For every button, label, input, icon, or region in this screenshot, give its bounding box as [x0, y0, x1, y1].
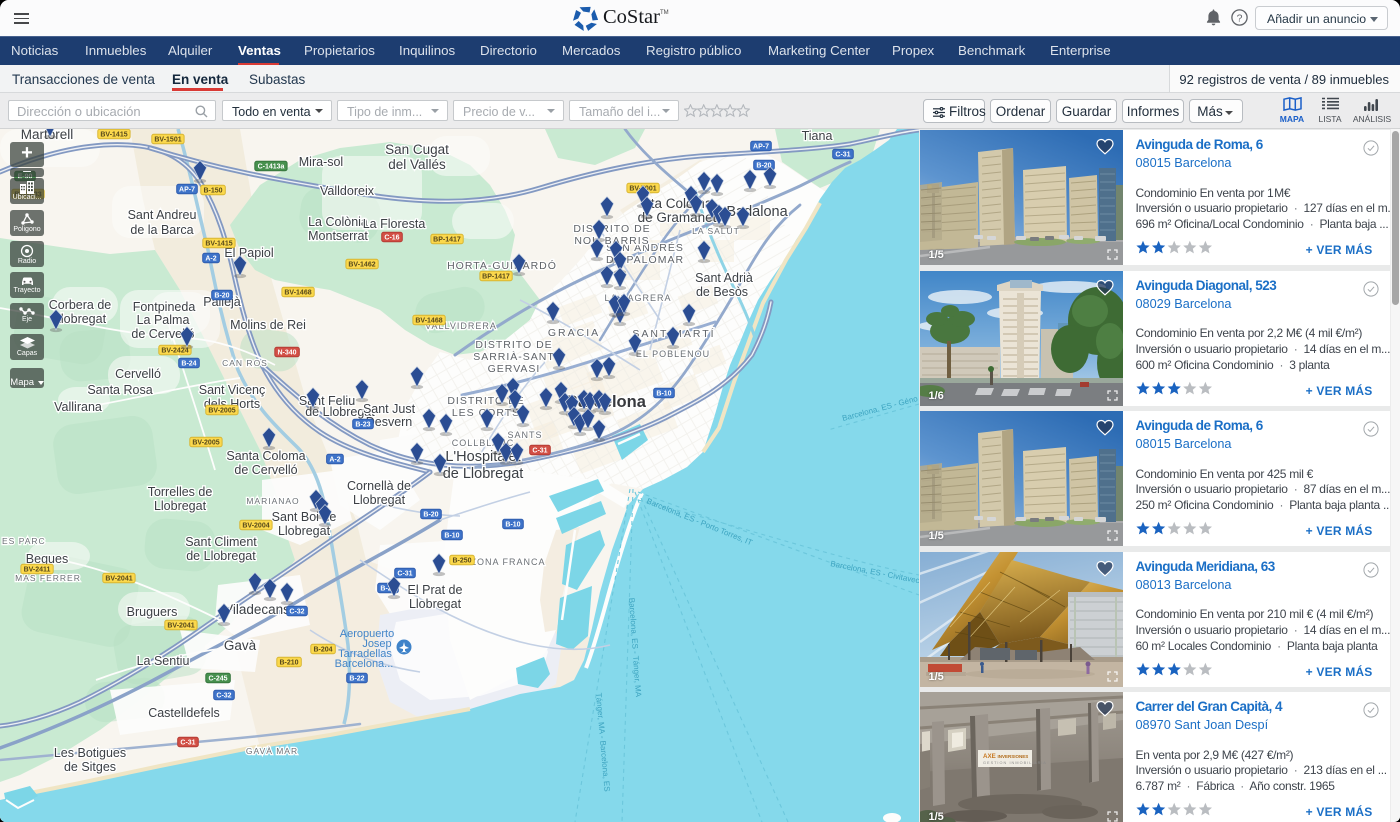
svg-text:C-1413a: C-1413a [258, 164, 285, 171]
svg-text:Sant Just: Sant Just [363, 402, 416, 416]
svg-text:Molins de Rei: Molins de Rei [230, 318, 306, 332]
svg-text:GAVÀ MAR: GAVÀ MAR [246, 746, 298, 756]
svg-text:La Palma: La Palma [137, 313, 190, 327]
svg-text:Mira-sol: Mira-sol [299, 155, 343, 169]
svg-text:B-10: B-10 [505, 522, 520, 529]
svg-text:del Vallés: del Vallés [388, 157, 446, 172]
svg-text:EL POBLENOU: EL POBLENOU [636, 349, 710, 359]
svg-text:B-22: B-22 [349, 676, 364, 683]
svg-text:de Cervelló: de Cervelló [234, 463, 297, 477]
svg-text:C-16: C-16 [384, 235, 399, 242]
svg-text:BV-2041: BV-2041 [167, 623, 194, 630]
svg-text:BV-1501: BV-1501 [154, 137, 181, 144]
svg-text:San Cugat: San Cugat [385, 142, 449, 157]
svg-text:A-2: A-2 [329, 457, 340, 464]
svg-text:B-210: B-210 [279, 660, 298, 667]
svg-text:B-150: B-150 [203, 188, 222, 195]
svg-text:de Sitges: de Sitges [64, 760, 116, 774]
svg-text:MAS FERRER: MAS FERRER [15, 573, 81, 583]
svg-text:Cervelló: Cervelló [115, 367, 161, 381]
svg-text:Sant Climent: Sant Climent [185, 535, 257, 549]
svg-text:AP-7: AP-7 [179, 187, 195, 194]
svg-text:B-250: B-250 [452, 558, 471, 565]
svg-text:de Besòs: de Besòs [696, 285, 748, 299]
svg-text:AXE INVERSIONES: AXE INVERSIONES [983, 753, 1028, 760]
svg-text:B-23: B-23 [355, 422, 370, 429]
svg-text:GRACIA: GRACIA [548, 327, 600, 339]
svg-text:B-10: B-10 [444, 533, 459, 540]
svg-text:CAN ROS: CAN ROS [222, 358, 268, 368]
svg-text:Bruguers: Bruguers [127, 605, 178, 619]
svg-text:BV-1415: BV-1415 [205, 241, 232, 248]
svg-text:Fontpineda: Fontpineda [133, 300, 196, 314]
svg-text:C-31: C-31 [835, 152, 850, 159]
svg-text:La Floresta: La Floresta [363, 217, 426, 231]
svg-text:Les Botigues: Les Botigues [54, 746, 126, 760]
svg-text:Llobregat: Llobregat [409, 597, 462, 611]
svg-text:de la Barca: de la Barca [130, 223, 193, 237]
svg-text:de Llobregat: de Llobregat [186, 549, 256, 563]
svg-text:ES PARC: ES PARC [2, 536, 46, 546]
svg-text:BP-1417: BP-1417 [482, 274, 510, 281]
svg-text:Llobregat: Llobregat [154, 499, 207, 513]
svg-text:Torrelles de: Torrelles de [148, 485, 213, 499]
svg-text:BV-2004: BV-2004 [242, 523, 269, 530]
svg-text:BV-2411: BV-2411 [24, 567, 51, 574]
svg-text:B-20: B-20 [214, 293, 229, 300]
svg-text:de Llobregat: de Llobregat [443, 466, 524, 482]
svg-text:C-31: C-31 [397, 571, 412, 578]
svg-text:Vallirana: Vallirana [54, 400, 102, 414]
svg-text:La Sentiu: La Sentiu [137, 654, 190, 668]
svg-text:Sant Andreu: Sant Andreu [128, 208, 197, 222]
svg-text:C-32: C-32 [289, 609, 304, 616]
svg-text:BP-1417: BP-1417 [433, 237, 461, 244]
svg-text:Santa Rosa: Santa Rosa [87, 383, 152, 397]
svg-text:Santa Coloma: Santa Coloma [226, 449, 305, 463]
svg-text:BV-2005: BV-2005 [192, 440, 219, 447]
svg-text:El Prat de: El Prat de [408, 583, 463, 597]
svg-text:BV-1468: BV-1468 [415, 318, 442, 325]
svg-text:B-204: B-204 [313, 647, 332, 654]
svg-text:Barcelona...: Barcelona... [335, 658, 394, 670]
svg-text:Montserrat: Montserrat [308, 229, 368, 243]
svg-text:HORTA-GUINARDÓ: HORTA-GUINARDÓ [447, 259, 557, 272]
svg-text:Llobregat: Llobregat [54, 312, 107, 326]
svg-text:Cornellà de: Cornellà de [347, 479, 411, 493]
svg-text:Viladecans: Viladecans [224, 602, 290, 617]
svg-text:Sant Vicenç: Sant Vicenç [199, 383, 265, 397]
svg-text:Badalona: Badalona [726, 204, 788, 220]
svg-text:BV-1415: BV-1415 [100, 132, 127, 139]
svg-text:ZONA FRANCA: ZONA FRANCA [470, 557, 545, 567]
svg-text:BV-2005: BV-2005 [208, 408, 235, 415]
svg-text:DISTRITO DE: DISTRITO DE [475, 339, 552, 351]
svg-text:B-20: B-20 [423, 512, 438, 519]
svg-text:Llobregat: Llobregat [353, 493, 406, 507]
svg-text:G E S T I O N I N M O B I L: G E S T I O N I N M O B I L I A R I A [983, 761, 1046, 765]
svg-text:BV-1462: BV-1462 [348, 262, 375, 269]
svg-text:Corbera de: Corbera de [49, 298, 112, 312]
svg-text:N-340: N-340 [277, 350, 296, 357]
svg-text:GERVASI: GERVASI [488, 363, 541, 375]
svg-text:Gavà: Gavà [224, 638, 257, 653]
svg-text:C-245: C-245 [208, 676, 227, 683]
svg-text:A-2: A-2 [205, 256, 216, 263]
svg-text:LA SALUT: LA SALUT [692, 226, 740, 236]
svg-text:C-32: C-32 [216, 693, 231, 700]
svg-text:Valldoreix: Valldoreix [320, 184, 375, 198]
svg-text:AP-7: AP-7 [753, 144, 769, 151]
svg-text:Sant Adrià: Sant Adrià [695, 271, 753, 285]
svg-text:SARRIÀ-SANT: SARRIÀ-SANT [473, 350, 555, 363]
svg-text:BV-1468: BV-1468 [284, 290, 311, 297]
svg-text:B-24: B-24 [181, 361, 196, 368]
svg-text:Tiana: Tiana [802, 129, 833, 143]
svg-text:?: ? [1237, 12, 1243, 24]
svg-text:La Colònia: La Colònia [308, 215, 368, 229]
svg-text:C-31: C-31 [532, 448, 547, 455]
svg-text:C-31: C-31 [180, 740, 195, 747]
svg-text:Castelldefels: Castelldefels [148, 706, 220, 720]
svg-text:BV-2041: BV-2041 [105, 576, 132, 583]
svg-text:B-10: B-10 [656, 391, 671, 398]
svg-text:MARIANAO: MARIANAO [246, 496, 299, 506]
